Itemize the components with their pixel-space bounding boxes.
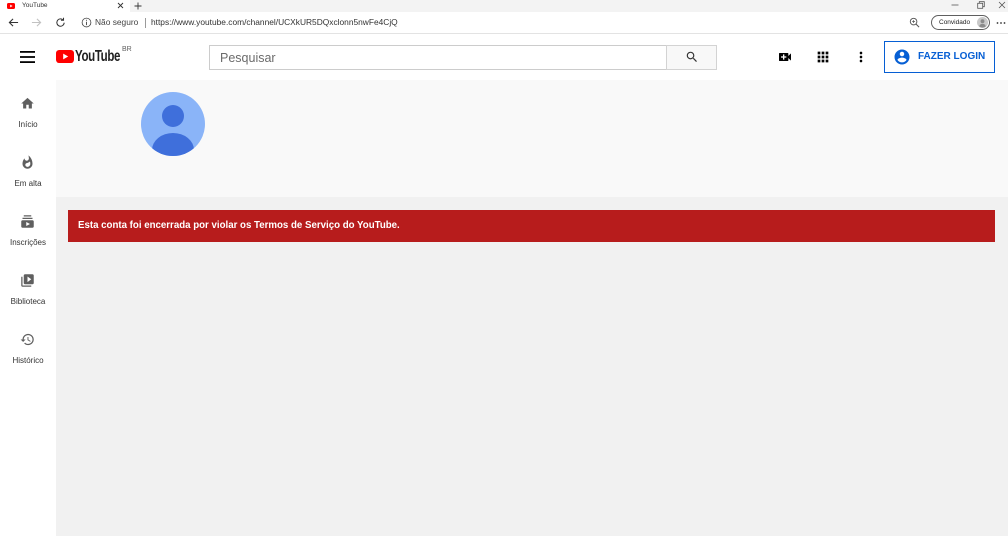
sign-in-button[interactable]: FAZER LOGIN: [884, 41, 995, 73]
window-minimize-icon[interactable]: [951, 2, 959, 8]
more-horizontal-icon[interactable]: [996, 21, 1006, 25]
browser-toolbar: Não seguro https://www.youtube.com/chann…: [0, 12, 1008, 34]
url-field[interactable]: https://www.youtube.com/channel/UCXkUR5D…: [151, 16, 398, 28]
forward-arrow-icon[interactable]: [31, 17, 42, 28]
sidebar-item-label: Início: [18, 120, 38, 129]
profile-label: Convidado: [939, 19, 971, 26]
default-avatar-icon: [141, 92, 205, 156]
search-input[interactable]: [209, 45, 667, 70]
sidebar-item-trending[interactable]: Em alta: [0, 149, 56, 199]
browser-tab[interactable]: YouTube: [0, 0, 130, 12]
sidebar-item-label: Histórico: [12, 356, 44, 365]
channel-header: [56, 80, 1008, 197]
apps-grid-icon[interactable]: [815, 49, 831, 65]
more-vertical-icon[interactable]: [853, 49, 869, 65]
zoom-icon[interactable]: [909, 17, 920, 28]
close-tab-icon[interactable]: [117, 2, 124, 9]
guest-avatar-icon: [977, 17, 988, 28]
youtube-play-logo-icon: [56, 50, 74, 63]
region-code: BR: [122, 46, 132, 53]
window-close-icon[interactable]: [998, 1, 1006, 9]
masthead: YouTube BR FAZER LOGIN: [0, 34, 1008, 80]
profile-button[interactable]: Convidado: [931, 15, 990, 30]
history-icon: [20, 333, 34, 346]
mini-guide-sidebar: Início Em alta Inscrições Biblioteca His…: [0, 80, 56, 536]
reload-icon[interactable]: [55, 17, 66, 28]
search-icon: [686, 51, 697, 62]
youtube-wordmark: YouTube: [75, 48, 121, 65]
back-arrow-icon[interactable]: [8, 17, 19, 28]
subscriptions-icon: [21, 215, 34, 228]
sidebar-item-subscriptions[interactable]: Inscrições: [0, 208, 56, 258]
alert-message: Esta conta foi encerrada por violar os T…: [78, 220, 400, 231]
channel-page: Esta conta foi encerrada por violar os T…: [56, 80, 1008, 536]
create-video-icon[interactable]: [777, 49, 793, 65]
sidebar-item-library[interactable]: Biblioteca: [0, 267, 56, 317]
sidebar-item-label: Biblioteca: [10, 297, 46, 306]
info-icon[interactable]: [81, 17, 92, 28]
sidebar-item-label: Em alta: [14, 179, 42, 188]
sidebar-item-home[interactable]: Início: [0, 90, 56, 140]
menu-icon[interactable]: [20, 51, 35, 63]
sign-in-label: FAZER LOGIN: [918, 51, 986, 62]
library-icon: [21, 274, 34, 287]
flame-icon: [22, 155, 33, 169]
search-button[interactable]: [666, 45, 717, 70]
window-restore-icon[interactable]: [977, 1, 985, 9]
sidebar-item-history[interactable]: Histórico: [0, 326, 56, 376]
address-separator: [145, 18, 146, 28]
account-circle-icon: [894, 49, 910, 65]
youtube-logo[interactable]: YouTube BR: [56, 44, 136, 70]
new-tab-icon[interactable]: [134, 2, 142, 10]
sidebar-item-label: Inscrições: [9, 238, 46, 247]
browser-tab-strip: YouTube: [0, 0, 1008, 12]
security-status-label[interactable]: Não seguro: [95, 16, 138, 28]
account-terminated-alert: Esta conta foi encerrada por violar os T…: [68, 210, 995, 242]
youtube-favicon-icon: [7, 3, 15, 9]
browser-tab-title: YouTube: [22, 2, 48, 9]
home-icon: [21, 97, 34, 109]
